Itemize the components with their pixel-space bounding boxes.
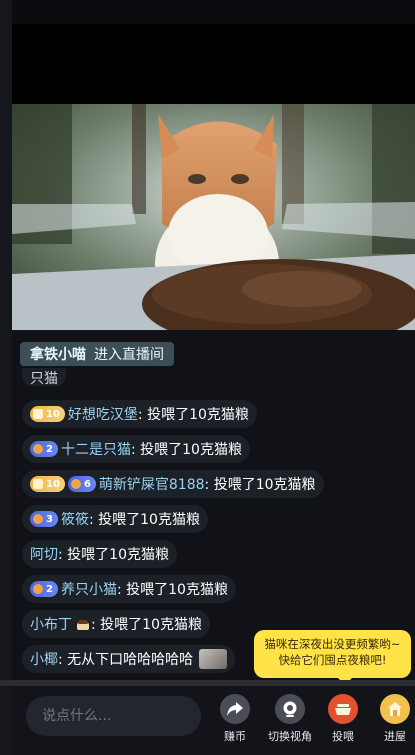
enter-house-button[interactable]: 进屋 xyxy=(370,694,415,744)
chat-text: : 无从下口哈哈哈哈哈 xyxy=(58,652,194,668)
chat-message: 小椰 : 无从下口哈哈哈哈哈 xyxy=(22,645,236,673)
user-level-badge: 6 xyxy=(67,476,96,492)
badge-level: 10 xyxy=(46,408,60,420)
chat-user-name[interactable]: 萌新铲屎官8188 xyxy=(99,474,205,494)
earn-coins-button[interactable]: 赚币 xyxy=(210,694,260,744)
earn-coins-label: 赚币 xyxy=(224,730,246,743)
chat-text: : 投喂了10克猫粮 xyxy=(88,512,200,528)
status-bar xyxy=(12,0,415,24)
live-video[interactable] xyxy=(12,104,415,330)
user-level-badge: 3 xyxy=(30,511,58,527)
bottom-toolbar: 赚币 切换视角 投喂 进屋 xyxy=(12,686,415,755)
badge-level: 3 xyxy=(46,513,53,525)
chat-panel[interactable]: 只猫 拿铁小喵 进入直播间 10 好想吃汉堡 : 投喂了10克猫粮 2 十二是只… xyxy=(12,330,415,680)
chat-user-name[interactable]: 好想吃汉堡 xyxy=(68,404,138,424)
chat-text: : 投喂了10克猫粮 xyxy=(91,617,202,633)
video-letterbox xyxy=(12,24,415,104)
chat-user-name[interactable]: 小椰 xyxy=(30,649,58,669)
chat-text: : 投喂了10克猫粮 xyxy=(130,442,242,458)
chat-text: : 投喂了10克猫粮 xyxy=(116,582,228,598)
chat-text: : 投喂了10克猫粮 xyxy=(58,547,169,563)
chat-message: 10 好想吃汉堡 : 投喂了10克猫粮 xyxy=(22,400,257,428)
tooltip-text: 猫咪在深夜出没更频繁哟~快给它们囤点夜粮吧! xyxy=(264,637,401,667)
user-level-badge: 2 xyxy=(30,581,58,597)
chat-user-name[interactable]: 阿切 xyxy=(30,544,58,564)
left-frame-edge xyxy=(0,0,12,755)
chat-message: 阿切 : 投喂了10克猫粮 xyxy=(22,540,177,568)
join-text: 进入直播间 xyxy=(94,347,164,363)
join-notice: 拿铁小喵 进入直播间 xyxy=(20,342,174,366)
food-bowl-icon xyxy=(328,694,358,724)
badge-icon xyxy=(70,479,81,489)
badge-level: 10 xyxy=(46,478,60,490)
user-level-badge: 2 xyxy=(30,441,58,457)
chat-message: 2 养只小猫 : 投喂了10克猫粮 xyxy=(22,575,236,603)
chat-message: 3 筱筱 : 投喂了10克猫粮 xyxy=(22,505,208,533)
feed-label: 投喂 xyxy=(332,730,354,743)
badge-level: 6 xyxy=(83,478,91,490)
fan-level-badge: 10 xyxy=(30,406,65,422)
chat-user-name[interactable]: 小布丁 xyxy=(30,614,72,634)
chat-text: : 投喂了10克猫粮 xyxy=(137,407,249,423)
fan-level-badge: 10 xyxy=(30,476,65,492)
camera-icon xyxy=(275,694,305,724)
cat-feeder-scene xyxy=(12,104,415,330)
chat-message: 10 6 萌新铲屎官8188 : 投喂了10克猫粮 xyxy=(22,470,324,498)
feed-tip-tooltip: 猫咪在深夜出没更频繁哟~快给它们囤点夜粮吧! xyxy=(254,630,411,685)
feed-button[interactable]: 投喂 xyxy=(318,694,368,744)
chat-user-name[interactable]: 筱筱 xyxy=(61,509,89,529)
chat-input[interactable] xyxy=(26,696,201,736)
enter-house-label: 进屋 xyxy=(384,730,406,743)
switch-view-label: 切换视角 xyxy=(268,730,312,743)
badge-icon xyxy=(33,444,43,454)
badge-icon xyxy=(33,584,43,594)
badge-level: 2 xyxy=(46,443,53,455)
thumbnail-image[interactable] xyxy=(199,649,228,669)
chat-message: 小布丁 : 投喂了10克猫粮 xyxy=(22,610,210,638)
share-arrow-icon xyxy=(220,694,250,724)
pudding-icon xyxy=(75,618,91,631)
house-icon xyxy=(380,694,410,724)
chat-user-name[interactable]: 养只小猫 xyxy=(61,579,117,599)
badge-icon xyxy=(33,514,43,524)
chat-message: 2 十二是只猫 : 投喂了10克猫粮 xyxy=(22,435,250,463)
badge-icon xyxy=(33,479,43,489)
join-user-name[interactable]: 拿铁小喵 xyxy=(30,344,86,364)
badge-icon xyxy=(33,409,43,419)
chat-user-name[interactable]: 十二是只猫 xyxy=(61,439,131,459)
chat-message-partial: 只猫 xyxy=(22,368,66,386)
switch-view-button[interactable]: 切换视角 xyxy=(265,694,315,744)
chat-text: : 投喂了10克猫粮 xyxy=(204,477,316,493)
partial-message-text: 只猫 xyxy=(30,371,58,386)
badge-level: 2 xyxy=(46,583,53,595)
